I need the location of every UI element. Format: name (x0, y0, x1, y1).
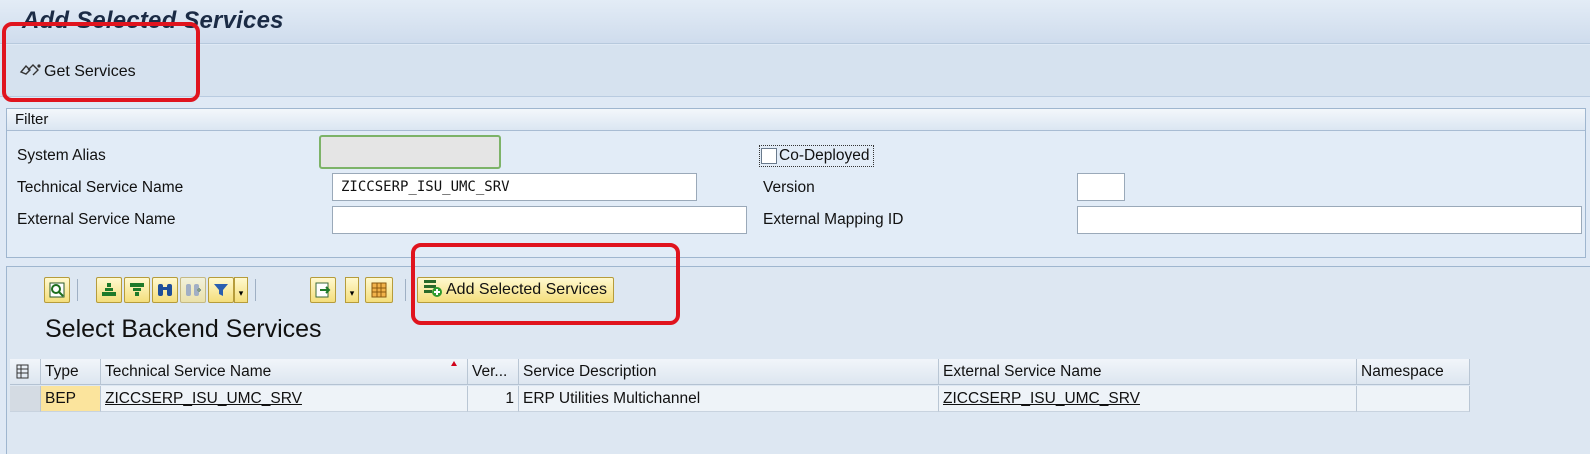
sort-ascending-button[interactable] (96, 277, 122, 303)
alv-title: Select Backend Services (45, 315, 322, 343)
get-services-icon (18, 61, 44, 84)
system-alias-label: System Alias (17, 147, 106, 164)
column-header-technical-service-name[interactable]: Technical Service Name (101, 359, 468, 385)
sort-descending-button[interactable] (124, 277, 150, 303)
external-service-name-field[interactable] (332, 206, 747, 234)
checkbox-box (761, 148, 777, 164)
cell-technical-service-name-link[interactable]: ZICCSERP_ISU_UMC_SRV (101, 386, 468, 412)
page-title: Add Selected Services (22, 7, 284, 34)
layout-button[interactable] (365, 277, 393, 303)
column-select-icon (16, 364, 30, 384)
add-selected-services-button[interactable]: Add Selected Services (417, 277, 614, 303)
cell-namespace (1357, 386, 1470, 412)
cell-service-description: ERP Utilities Multichannel (519, 386, 939, 412)
sort-desc-icon (128, 281, 146, 299)
filter-dropdown[interactable]: ▾ (234, 277, 248, 303)
table-header-row: Type Technical Service Name Ver... Servi… (10, 359, 1470, 385)
co-deployed-checkbox[interactable]: Co-Deployed (759, 145, 875, 167)
title-bar: Add Selected Services (0, 0, 1590, 44)
layout-icon (370, 281, 388, 299)
toolbar-separator (77, 279, 78, 301)
filter-group-title: Filter (7, 109, 1585, 131)
export-icon (314, 281, 332, 299)
find-next-button[interactable] (180, 277, 206, 303)
cell-external-service-name-link[interactable]: ZICCSERP_ISU_UMC_SRV (939, 386, 1357, 412)
export-button[interactable] (310, 277, 336, 303)
external-mapping-id-label: External Mapping ID (763, 211, 904, 228)
column-header-service-description[interactable]: Service Description (519, 359, 939, 385)
column-header-external-service-name[interactable]: External Service Name (939, 359, 1357, 385)
filter-group: Filter System Alias Co-Deployed Technica… (6, 108, 1586, 258)
co-deployed-label: Co-Deployed (779, 147, 870, 164)
sort-asc-icon (100, 281, 118, 299)
toolbar-separator (255, 279, 256, 301)
cell-version: 1 (468, 386, 519, 412)
column-header-version[interactable]: Ver... (468, 359, 519, 385)
find-next-icon (184, 281, 202, 299)
get-services-label: Get Services (44, 63, 136, 80)
technical-service-name-label: Technical Service Name (17, 179, 184, 196)
table-row[interactable]: BEP ZICCSERP_ISU_UMC_SRV 1 ERP Utilities… (10, 386, 1470, 412)
version-label: Version (763, 179, 815, 196)
export-dropdown[interactable]: ▾ (345, 277, 359, 303)
system-alias-field[interactable] (319, 135, 501, 169)
add-services-icon (422, 278, 446, 303)
application-toolbar: Get Services (0, 45, 1590, 97)
get-services-button[interactable]: Get Services (18, 61, 136, 83)
filter-button[interactable] (208, 277, 234, 303)
add-selected-services-label: Add Selected Services (446, 281, 607, 298)
column-header-namespace[interactable]: Namespace (1357, 359, 1470, 385)
external-service-name-label: External Service Name (17, 211, 176, 228)
find-button[interactable] (152, 277, 178, 303)
filter-icon (212, 281, 230, 299)
column-header-type[interactable]: Type (41, 359, 101, 385)
row-selector[interactable] (10, 386, 41, 412)
details-icon (48, 281, 66, 299)
technical-service-name-field[interactable]: ZICCSERP_ISU_UMC_SRV (332, 173, 697, 201)
column-select-button[interactable] (10, 359, 41, 385)
sort-indicator-icon (451, 361, 457, 366)
version-field[interactable] (1077, 173, 1125, 201)
external-mapping-id-field[interactable] (1077, 206, 1582, 234)
details-button[interactable] (44, 277, 70, 303)
alv-container: ▾ ▾ Add Selected Services Select Backend… (6, 266, 1590, 454)
column-header-label: Technical Service Name (105, 363, 272, 380)
toolbar-separator (405, 279, 406, 301)
find-icon (156, 281, 174, 299)
cell-type: BEP (41, 386, 101, 412)
